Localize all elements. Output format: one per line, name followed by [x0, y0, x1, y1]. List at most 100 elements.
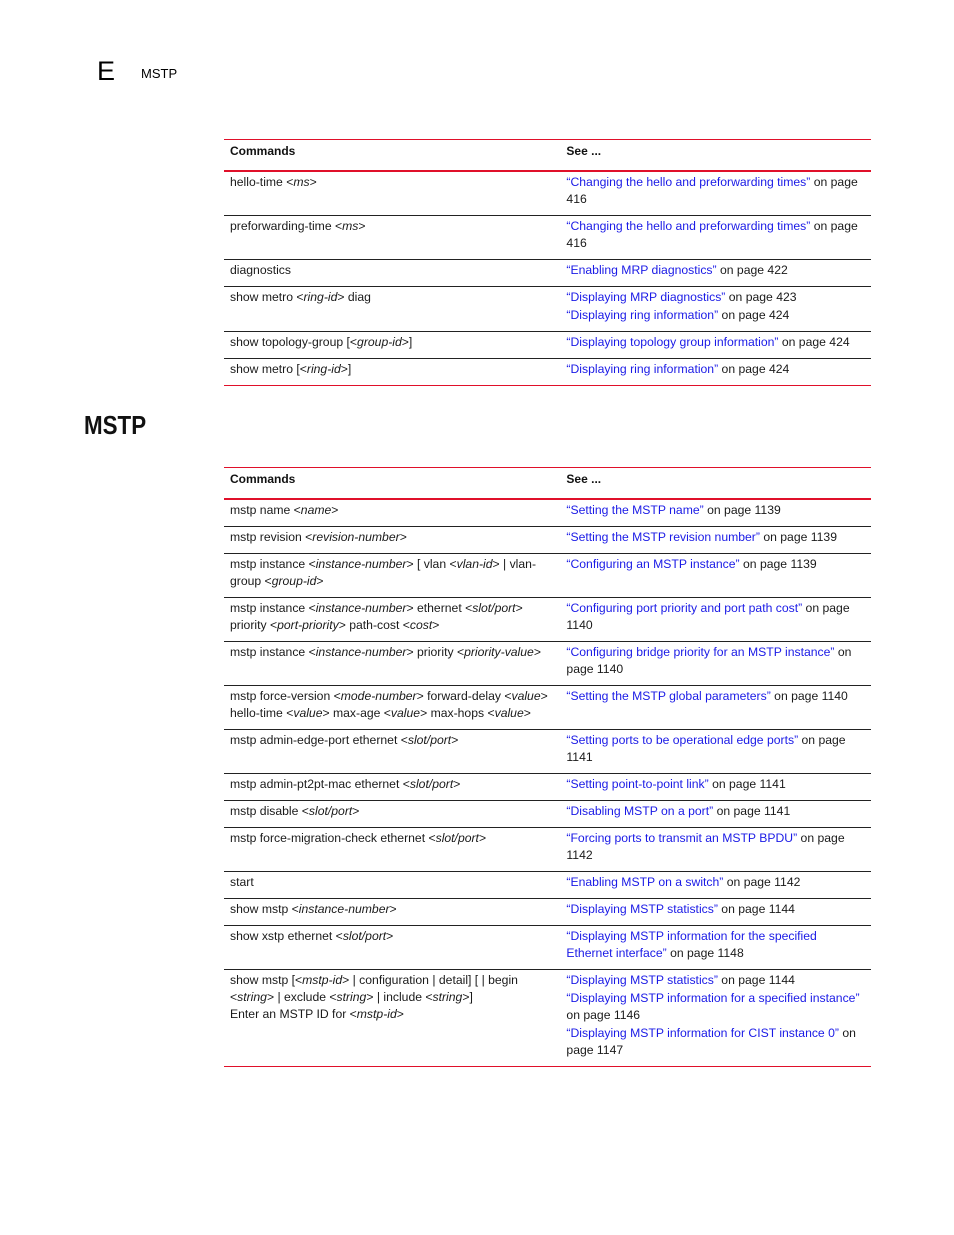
- page-reference: on page 1144: [717, 973, 795, 987]
- column-header-commands: Commands: [230, 472, 296, 486]
- command-parameter: vlan-id: [456, 557, 493, 571]
- cross-reference-link[interactable]: “Setting the MSTP name”: [566, 503, 703, 517]
- table-row: mstp admin-pt2pt-mac ethernet <slot/port…: [224, 774, 871, 801]
- command-keyword: >: [358, 219, 366, 233]
- table-row: preforwarding-time <ms> “Changing the hel…: [224, 216, 871, 260]
- cross-reference-link[interactable]: “Setting ports to be operational edge po…: [566, 733, 798, 747]
- page-reference: on page 1140: [770, 689, 848, 703]
- command-parameter: slot/port: [409, 777, 454, 791]
- command-cell: mstp revision <revision-number>: [224, 527, 560, 554]
- command-keyword: > forward-delay <: [416, 689, 512, 703]
- table-row: mstp instance <instance-number> ethernet…: [224, 598, 871, 642]
- reference: “Setting the MSTP revision number” on pa…: [566, 529, 865, 546]
- command-keyword: > diag: [337, 290, 371, 304]
- command-keyword: >]: [462, 990, 473, 1004]
- cross-reference-link[interactable]: “Displaying topology group information”: [566, 335, 778, 349]
- cross-reference-link[interactable]: “Displaying MSTP statistics”: [566, 973, 717, 987]
- page-reference: on page 1141: [713, 804, 791, 818]
- command-parameter: group-id: [357, 335, 402, 349]
- cross-reference-link[interactable]: “Configuring an MSTP instance”: [566, 557, 739, 571]
- command-parameter: slot/port: [472, 601, 516, 615]
- page-reference: on page 1141: [708, 777, 786, 791]
- reference: “Configuring port priority and port path…: [566, 600, 865, 634]
- cross-reference-link[interactable]: “Displaying MRP diagnostics”: [566, 290, 725, 304]
- command-cell: show mstp [<mstp-id> | configuration | d…: [224, 970, 560, 1067]
- reference-cell: “Configuring an MSTP instance” on page 1…: [560, 554, 871, 598]
- command-keyword: > | exclude <: [266, 990, 337, 1004]
- cross-reference-link[interactable]: “Setting point-to-point link”: [566, 777, 708, 791]
- command-parameter: value: [293, 706, 323, 720]
- command-keyword: > ethernet <: [406, 601, 473, 615]
- command-keyword: > max-hops <: [420, 706, 495, 720]
- command-keyword: >: [533, 645, 541, 659]
- reference: “Displaying MRP diagnostics” on page 423: [566, 289, 865, 306]
- command-keyword: >: [389, 902, 397, 916]
- command-cell: show xstp ethernet <slot/port>: [224, 926, 560, 970]
- cross-reference-link[interactable]: “Displaying ring information”: [566, 362, 718, 376]
- reference-cell: “Enabling MRP diagnostics” on page 422: [560, 260, 871, 287]
- reference-cell: “Setting the MSTP revision number” on pa…: [560, 527, 871, 554]
- command-cell: show mstp <instance-number>: [224, 899, 560, 926]
- command-keyword: show mstp [<: [230, 973, 303, 987]
- cross-reference-link[interactable]: “Changing the hello and preforwarding ti…: [566, 219, 810, 233]
- column-header-see: See ...: [566, 144, 602, 158]
- reference: “Setting the MSTP global parameters” on …: [566, 688, 865, 705]
- cross-reference-link[interactable]: “Enabling MRP diagnostics”: [566, 263, 716, 277]
- cross-reference-link[interactable]: “Displaying ring information”: [566, 308, 718, 322]
- reference-cell: “Disabling MSTP on a port” on page 1141: [560, 801, 871, 828]
- reference-cell: “Displaying MSTP statistics” on page 114…: [560, 899, 871, 926]
- command-keyword: mstp revision <: [230, 530, 313, 544]
- cross-reference-link[interactable]: “Displaying MSTP information for CIST in…: [566, 1026, 839, 1040]
- command-parameter: instance-number: [298, 902, 390, 916]
- cross-reference-link[interactable]: “Displaying MSTP information for a speci…: [566, 991, 859, 1005]
- command-keyword: hello-time <: [230, 175, 294, 189]
- command-parameter: instance-number: [315, 601, 407, 615]
- command-parameter: slot/port: [342, 929, 387, 943]
- mstp-commands-table: Commands See ... mstp name <name> “Settin…: [224, 467, 871, 1067]
- command-cell: mstp instance <instance-number> [ vlan <…: [224, 554, 560, 598]
- table-row: mstp instance <instance-number> [ vlan <…: [224, 554, 871, 598]
- cross-reference-link[interactable]: “Changing the hello and preforwarding ti…: [566, 175, 810, 189]
- command-parameter: mstp-id: [302, 973, 343, 987]
- cross-reference-link[interactable]: “Configuring bridge priority for an MSTP…: [566, 645, 834, 659]
- reference-cell: “Enabling MSTP on a switch” on page 1142: [560, 872, 871, 899]
- command-keyword: mstp disable <: [230, 804, 309, 818]
- command-cell: mstp force-migration-check ethernet <slo…: [224, 828, 560, 872]
- mrp-commands-table: Commands See ... hello-time <ms > “Changin…: [224, 139, 871, 386]
- chapter-letter: E: [97, 56, 116, 86]
- cross-reference-link[interactable]: “Setting the MSTP global parameters”: [566, 689, 770, 703]
- command-keyword: diagnostics: [230, 263, 291, 277]
- table-header-row: Commands See ...: [224, 139, 871, 171]
- cross-reference-link[interactable]: “Enabling MSTP on a switch”: [566, 875, 723, 889]
- page-reference: on page 424: [718, 308, 790, 322]
- reference: “Enabling MSTP on a switch” on page 1142: [566, 874, 865, 891]
- command-parameter: port-priority: [277, 618, 339, 632]
- reference-cell: “Configuring port priority and port path…: [560, 598, 871, 642]
- page-reference: on page 424: [778, 335, 850, 349]
- table-row: show metro <ring-id> diag “Displaying MRP…: [224, 287, 871, 332]
- cross-reference-link[interactable]: “Displaying MSTP statistics”: [566, 902, 717, 916]
- command-parameter: string: [336, 990, 367, 1004]
- command-keyword: mstp force-version <: [230, 689, 341, 703]
- command-parameter: ms: [293, 175, 310, 189]
- command-keyword: >: [399, 530, 407, 544]
- table-body: mstp name <name> “Setting the MSTP name” …: [224, 499, 871, 1067]
- cross-reference-link[interactable]: “Setting the MSTP revision number”: [566, 530, 760, 544]
- chapter-title: MSTP: [141, 66, 178, 81]
- command-keyword: start: [230, 875, 254, 889]
- command-cell: mstp instance <instance-number> priority…: [224, 642, 560, 686]
- table-row: start “Enabling MSTP on a switch” on page…: [224, 872, 871, 899]
- page-reference: on page 1139: [703, 503, 781, 517]
- reference-cell: “Displaying ring information” on page 42…: [560, 359, 871, 386]
- reference: “Displaying ring information” on page 42…: [566, 361, 865, 378]
- cross-reference-link[interactable]: “Configuring port priority and port path…: [566, 601, 802, 615]
- cross-reference-link[interactable]: “Forcing ports to transmit an MSTP BPDU”: [566, 831, 797, 845]
- table-body: hello-time <ms > “Changing the hello and p…: [224, 171, 871, 386]
- cross-reference-link[interactable]: “Disabling MSTP on a port”: [566, 804, 713, 818]
- command-parameter: instance-number: [315, 645, 407, 659]
- command-keyword: mstp name <: [230, 503, 301, 517]
- reference-cell: “Forcing ports to transmit an MSTP BPDU”…: [560, 828, 871, 872]
- command-parameter: ring-id: [303, 290, 338, 304]
- page-reference: on page 1139: [759, 530, 837, 544]
- command-keyword: > max-age <: [322, 706, 391, 720]
